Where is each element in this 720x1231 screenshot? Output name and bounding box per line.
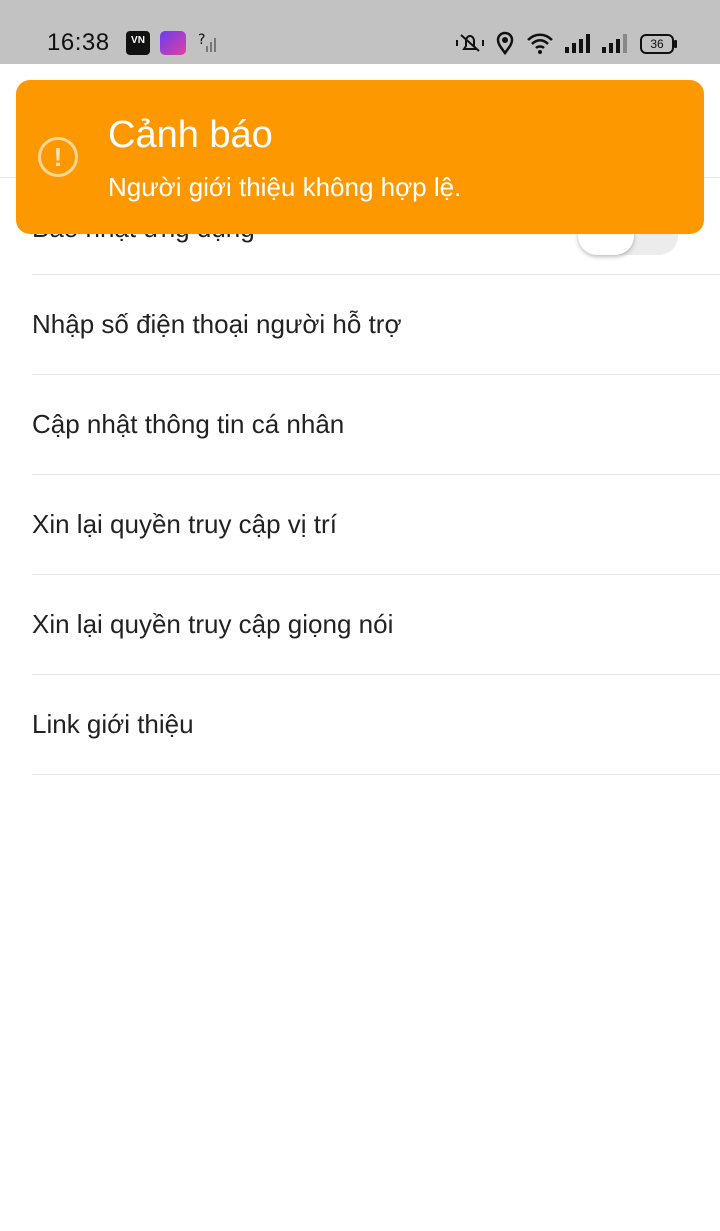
settings-list: Báo nhật ứng dụng Nhập số điện thoại ngư…: [0, 177, 720, 775]
status-bar: 16:38 VN ? 36: [0, 0, 720, 64]
warning-toast[interactable]: ! Cảnh báo Người giới thiệu không hợp lệ…: [16, 80, 704, 234]
status-time: 16:38: [47, 29, 110, 56]
location-icon: [495, 31, 515, 60]
no-sim-signal-icon: ?: [198, 30, 218, 59]
settings-item-voice-permission[interactable]: Xin lại quyền truy cập giọng nói: [32, 575, 720, 675]
battery-icon: 36: [640, 34, 677, 54]
settings-item-support-phone[interactable]: Nhập số điện thoại người hỗ trợ: [32, 275, 720, 375]
settings-item-label: Link giới thiệu: [32, 709, 194, 739]
mute-bell-icon: [455, 31, 485, 60]
warning-icon: !: [38, 137, 78, 177]
signal-icon-sim1: [563, 31, 591, 60]
settings-item-label: Xin lại quyền truy cập giọng nói: [32, 609, 394, 639]
settings-item-label: Xin lại quyền truy cập vị trí: [32, 509, 337, 539]
toast-message: Người giới thiệu không hợp lệ.: [108, 172, 462, 202]
settings-item-referral-link[interactable]: Link giới thiệu: [32, 675, 720, 775]
svg-text:?: ?: [198, 32, 205, 48]
settings-item-label: Cập nhật thông tin cá nhân: [32, 409, 345, 439]
game-app-icon: [160, 31, 186, 55]
settings-item-label: Nhập số điện thoại người hỗ trợ: [32, 309, 402, 339]
settings-item-update-profile[interactable]: Cập nhật thông tin cá nhân: [32, 375, 720, 475]
wifi-icon: [526, 31, 554, 60]
toast-title: Cảnh báo: [108, 114, 273, 156]
signal-icon-sim2: [600, 31, 628, 60]
settings-item-location-permission[interactable]: Xin lại quyền truy cập vị trí: [32, 475, 720, 575]
vn-app-icon: VN: [126, 31, 150, 55]
